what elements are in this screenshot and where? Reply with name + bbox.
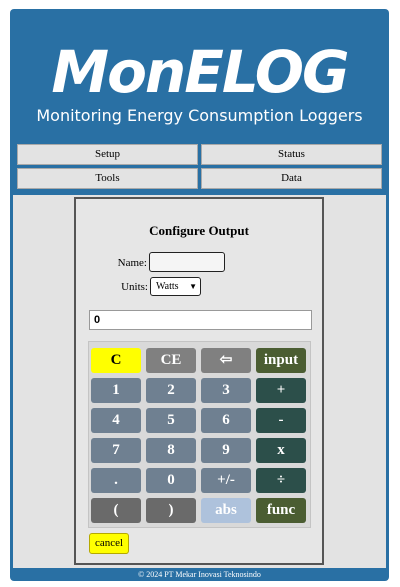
nav-tools-button[interactable]: Tools <box>17 168 198 189</box>
nav-setup-button[interactable]: Setup <box>17 144 198 165</box>
name-label: Name: <box>117 257 147 269</box>
key-divide[interactable]: ÷ <box>256 468 306 493</box>
nav-data-button[interactable]: Data <box>201 168 382 189</box>
key-open-paren[interactable]: ( <box>91 498 141 523</box>
key-abs[interactable]: abs <box>201 498 251 523</box>
footer-copyright: © 2024 PT Mekar Inovasi Teknosindo <box>138 570 261 579</box>
key-5[interactable]: 5 <box>146 408 196 433</box>
key-multiply[interactable]: x <box>256 438 306 463</box>
cancel-button[interactable]: cancel <box>89 533 129 554</box>
units-label: Units: <box>121 281 148 293</box>
key-8[interactable]: 8 <box>146 438 196 463</box>
panel-title: Configure Output <box>149 223 249 238</box>
nav-status-button[interactable]: Status <box>201 144 382 165</box>
header: MonELOG Monitoring Energy Consumption Lo… <box>10 9 389 143</box>
chevron-down-icon: ▼ <box>189 282 197 291</box>
key-minus[interactable]: - <box>256 408 306 433</box>
calculator-keypad: C CE ⇦ input 1 2 3 + 4 5 6 - 7 8 9 x . 0… <box>88 341 311 528</box>
key-2[interactable]: 2 <box>146 378 196 403</box>
key-input[interactable]: input <box>256 348 306 373</box>
key-clear-entry[interactable]: CE <box>146 348 196 373</box>
key-6[interactable]: 6 <box>201 408 251 433</box>
name-input[interactable] <box>149 252 225 272</box>
key-1[interactable]: 1 <box>91 378 141 403</box>
key-close-paren[interactable]: ) <box>146 498 196 523</box>
key-0[interactable]: 0 <box>146 468 196 493</box>
key-7[interactable]: 7 <box>91 438 141 463</box>
key-decimal[interactable]: . <box>91 468 141 493</box>
calculator-display[interactable]: 0 <box>89 310 312 330</box>
configure-output-panel: Configure Output Name: Units: Watts ▼ 0 … <box>74 197 324 565</box>
key-plus[interactable]: + <box>256 378 306 403</box>
units-selected-value: Watts <box>156 281 179 292</box>
tagline: Monitoring Energy Consumption Loggers <box>36 106 363 125</box>
logo: MonELOG <box>51 38 349 106</box>
main-content: Configure Output Name: Units: Watts ▼ 0 … <box>13 195 386 568</box>
key-4[interactable]: 4 <box>91 408 141 433</box>
app-frame: MonELOG Monitoring Energy Consumption Lo… <box>10 9 389 581</box>
units-select[interactable]: Watts ▼ <box>150 277 201 296</box>
key-3[interactable]: 3 <box>201 378 251 403</box>
key-negate[interactable]: +/- <box>201 468 251 493</box>
backspace-key[interactable]: ⇦ <box>201 348 251 373</box>
key-func[interactable]: func <box>256 498 306 523</box>
key-9[interactable]: 9 <box>201 438 251 463</box>
key-clear[interactable]: C <box>91 348 141 373</box>
